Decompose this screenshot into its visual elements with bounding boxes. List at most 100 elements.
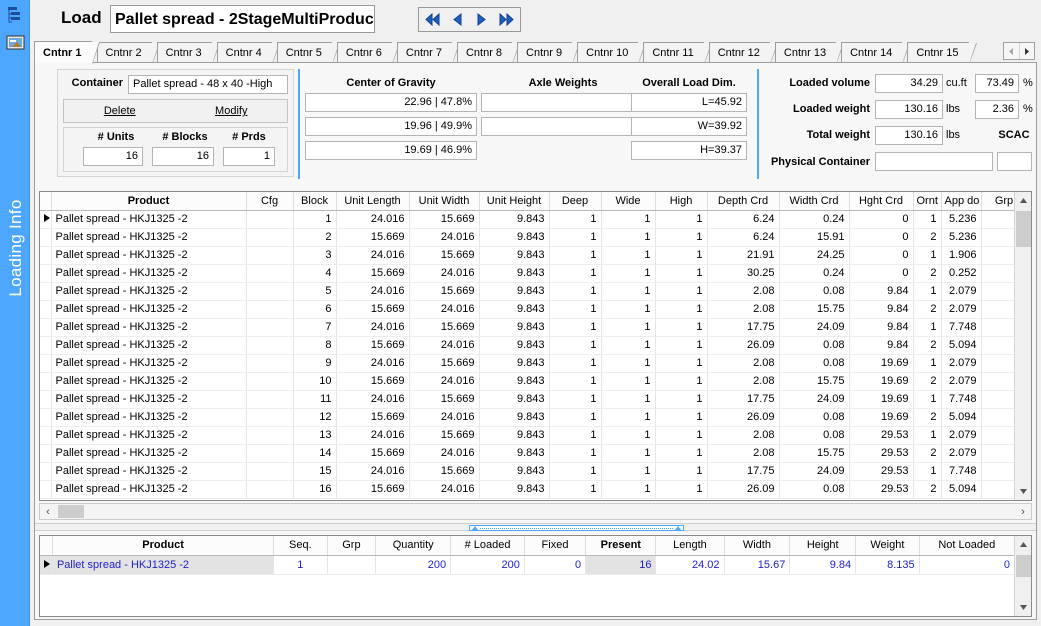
axle-value-2[interactable]	[481, 117, 641, 136]
table-cell[interactable]: 7	[293, 318, 337, 337]
table-cell[interactable]: Pallet spread - HKJ1325 -2	[51, 480, 247, 499]
table-cell[interactable]: 6.24	[707, 210, 780, 229]
table-cell[interactable]: Pallet spread - HKJ1325 -2	[51, 372, 247, 391]
table-cell[interactable]: 1	[601, 372, 656, 391]
column-header[interactable]: Weight	[855, 536, 920, 556]
table-cell[interactable]	[246, 480, 294, 499]
table-row[interactable]: Pallet spread - HKJ1325 -2 11 24.016 15.669…	[40, 390, 1028, 409]
table-cell[interactable]: 1	[549, 390, 602, 409]
table-cell[interactable]: 9.84	[849, 282, 914, 301]
table-cell[interactable]: 24.016	[409, 480, 480, 499]
table-cell[interactable]: 1	[655, 444, 708, 463]
table-row[interactable]: Pallet spread - HKJ1325 -2 7 24.016 15.669 9…	[40, 318, 1028, 337]
table-cell[interactable]: 24.016	[409, 408, 480, 427]
tab-container-10[interactable]: Cntnr 10	[577, 42, 647, 65]
table-cell[interactable]: 24.016	[336, 462, 410, 481]
table-cell[interactable]: 15.669	[336, 264, 410, 283]
table-cell[interactable]: 5.094	[941, 480, 982, 499]
table-cell[interactable]: 9.843	[479, 282, 550, 301]
table-cell[interactable]: Pallet spread - HKJ1325 -2	[51, 300, 247, 319]
table-cell[interactable]: 29.53	[849, 480, 914, 499]
table-cell[interactable]: 15.669	[336, 300, 410, 319]
table-cell[interactable]: 9.843	[479, 300, 550, 319]
table-cell[interactable]: 1	[601, 210, 656, 229]
table-cell[interactable]: 1	[601, 408, 656, 427]
table-cell[interactable]: 2.079	[941, 372, 982, 391]
tab-container-14[interactable]: Cntnr 14	[841, 42, 911, 65]
table-row[interactable]: Pallet spread - HKJ1325 -2 6 15.669 24.016 9…	[40, 300, 1028, 319]
table-cell[interactable]: 24.016	[336, 318, 410, 337]
table-cell[interactable]: 9.843	[479, 462, 550, 481]
tab-container-4[interactable]: Cntnr 4	[216, 42, 280, 65]
table-cell[interactable]: 1	[549, 480, 602, 499]
scroll-thumb[interactable]	[1016, 211, 1031, 247]
table-cell[interactable]: 9.84	[849, 336, 914, 355]
table-cell[interactable]: 1	[601, 444, 656, 463]
table-cell[interactable]: 5.236	[941, 210, 982, 229]
column-header[interactable]: Deep	[549, 192, 602, 211]
table-cell[interactable]: 1	[601, 462, 656, 481]
table-cell[interactable]	[246, 246, 294, 265]
table-cell[interactable]: 14	[293, 444, 337, 463]
column-header[interactable]: Present	[585, 536, 657, 556]
table-cell[interactable]: 5.094	[941, 336, 982, 355]
table-cell[interactable]	[246, 282, 294, 301]
table-cell[interactable]: 15.669	[336, 336, 410, 355]
table-cell[interactable]: 30.25	[707, 264, 780, 283]
table-cell[interactable]: 15.75	[779, 300, 850, 319]
blocks-input[interactable]: 16	[152, 147, 214, 166]
scroll-right-button[interactable]: ›	[1015, 504, 1031, 519]
table-cell[interactable]: 9.843	[479, 480, 550, 499]
table-cell[interactable]: 24.016	[336, 354, 410, 373]
table-cell[interactable]: 9.843	[479, 390, 550, 409]
table-cell[interactable]: 2	[913, 372, 942, 391]
table-cell[interactable]: 21.91	[707, 246, 780, 265]
table-cell[interactable]: 17.75	[707, 318, 780, 337]
table-cell[interactable]: 1	[655, 354, 708, 373]
table-cell[interactable]: 1	[913, 354, 942, 373]
tab-container-13[interactable]: Cntnr 13	[774, 42, 845, 65]
table-cell[interactable]: 0	[524, 555, 587, 575]
table-cell[interactable]: 24.016	[336, 246, 410, 265]
column-header[interactable]: Unit Length	[336, 192, 410, 211]
table-cell[interactable]: 26.09	[707, 336, 780, 355]
table-cell[interactable]: 2	[913, 336, 942, 355]
table-cell[interactable]: 7.748	[941, 462, 982, 481]
table-cell[interactable]	[246, 372, 294, 391]
table-cell[interactable]: 0.08	[779, 336, 850, 355]
prds-input[interactable]: 1	[223, 147, 275, 166]
units-input[interactable]: 16	[83, 147, 143, 166]
column-header[interactable]: Product	[52, 536, 275, 556]
table-cell[interactable]: 0	[849, 210, 914, 229]
tab-container-15[interactable]: Cntnr 15	[907, 42, 977, 65]
table-cell[interactable]: 9.843	[479, 336, 550, 355]
table-cell[interactable]: 9.843	[479, 228, 550, 247]
table-cell[interactable]: 9.843	[479, 372, 550, 391]
bottom-grid-vertical-scrollbar[interactable]	[1014, 536, 1031, 616]
table-cell[interactable]: 15.669	[409, 210, 480, 229]
table-cell[interactable]: 2	[913, 408, 942, 427]
table-cell[interactable]: 1	[655, 336, 708, 355]
table-cell[interactable]: 2	[913, 228, 942, 247]
table-cell[interactable]: 24.016	[409, 264, 480, 283]
table-cell[interactable]: 15.669	[409, 462, 480, 481]
table-cell[interactable]: 1	[549, 228, 602, 247]
scac-input[interactable]	[997, 152, 1032, 171]
table-cell[interactable]: 1	[655, 282, 708, 301]
table-cell[interactable]: 6	[293, 300, 337, 319]
tab-container-3[interactable]: Cntnr 3	[156, 42, 220, 65]
table-cell[interactable]: 1	[549, 282, 602, 301]
table-cell[interactable]: 1	[655, 408, 708, 427]
table-cell[interactable]: 0.08	[779, 282, 850, 301]
table-row[interactable]: Pallet spread - HKJ1325 -2 3 24.016 15.669 9…	[40, 246, 1028, 265]
column-header[interactable]: # Loaded	[450, 536, 525, 556]
first-record-icon[interactable]	[424, 12, 441, 27]
table-cell[interactable]: 1	[655, 462, 708, 481]
table-cell[interactable]: Pallet spread - HKJ1325 -2	[51, 246, 247, 265]
table-cell[interactable]: 1	[913, 426, 942, 445]
table-cell[interactable]: 6.24	[707, 228, 780, 247]
grid-vertical-scrollbar[interactable]	[1014, 192, 1031, 500]
scroll-down-button[interactable]	[1015, 483, 1031, 500]
table-cell[interactable]: 24.016	[336, 426, 410, 445]
table-cell[interactable]: 2	[293, 228, 337, 247]
